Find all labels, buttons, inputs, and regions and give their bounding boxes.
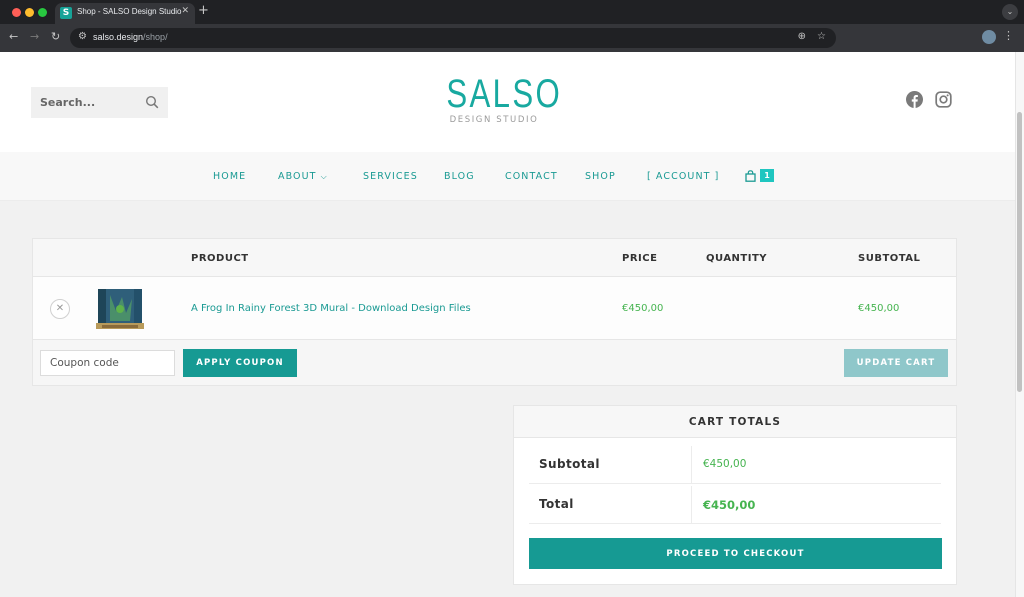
nav-about-label: ABOUT [278,171,317,182]
total-label: Total [539,497,574,511]
row-divider [691,486,692,524]
close-window-button[interactable] [12,8,21,17]
product-thumbnail[interactable] [96,285,144,333]
site-settings-icon[interactable]: ⚙ [78,31,87,42]
nav-about[interactable]: ABOUT ⌵ [278,171,328,182]
browser-menu-icon[interactable]: ⋮ [1003,29,1014,42]
page-scrollbar[interactable] [1015,52,1024,597]
logo-title: SALSO [446,72,563,116]
cart-totals: CART TOTALS Subtotal €450,00 Total €450,… [513,405,957,585]
subtotal-row: Subtotal €450,00 [529,446,941,484]
column-product: PRODUCT [191,253,249,264]
cart-count-badge[interactable]: 1 [760,169,774,182]
subtotal-value: €450,00 [703,458,747,470]
proceed-to-checkout-button[interactable]: PROCEED TO CHECKOUT [529,538,942,569]
column-subtotal: SUBTOTAL [858,253,921,264]
tab-title: Shop - SALSO Design Studio [77,7,182,16]
column-quantity: QUANTITY [706,253,768,264]
back-icon[interactable]: ← [9,30,18,43]
table-row: ✕ A Frog In Rainy Forest 3D Mural - Down… [33,277,956,340]
new-tab-icon[interactable]: + [198,3,209,18]
search-box [31,87,168,118]
subtotal-label: Subtotal [539,457,600,471]
coupon-code-input[interactable] [40,350,175,376]
browser-toolbar: ← → ↻ ⚙ salso.design/shop/ ⊕ ☆ ⋮ [0,24,1024,52]
instagram-icon[interactable] [935,91,952,108]
search-icon[interactable] [145,95,159,109]
close-tab-icon[interactable]: ✕ [181,6,189,16]
maximize-window-button[interactable] [38,8,47,17]
address-bar[interactable]: ⚙ salso.design/shop/ ⊕ ☆ [70,28,836,48]
product-subtotal: €450,00 [858,303,900,314]
main-nav: HOME ABOUT ⌵ SERVICES BLOG CONTACT SHOP [… [0,152,1015,201]
facebook-icon[interactable] [906,91,923,108]
nav-account[interactable]: [ ACCOUNT ] [647,171,720,182]
cart-actions: APPLY COUPON UPDATE CART [33,340,956,385]
total-value: €450,00 [703,498,756,512]
nav-services[interactable]: SERVICES [363,171,418,182]
logo-subtitle: DESIGN STUDIO [449,115,539,125]
row-divider [691,446,692,484]
cart-table: PRODUCT PRICE QUANTITY SUBTOTAL ✕ A Frog… [32,238,957,386]
site-logo[interactable]: SALSO DESIGN STUDIO [430,74,559,125]
bookmark-star-icon[interactable]: ☆ [817,31,826,42]
column-price: PRICE [622,253,658,264]
nav-blog[interactable]: BLOG [444,171,475,182]
tab-search-icon[interactable]: ⌄ [1002,4,1018,20]
browser-tab-bar: S Shop - SALSO Design Studio ✕ + ⌄ [0,0,1024,24]
chevron-down-icon: ⌵ [320,172,328,181]
nav-home[interactable]: HOME [213,171,246,182]
product-price: €450,00 [622,303,664,314]
nav-contact[interactable]: CONTACT [505,171,558,182]
zoom-icon[interactable]: ⊕ [798,31,806,42]
search-input[interactable] [31,87,141,118]
total-row: Total €450,00 [529,486,941,524]
favicon-icon: S [60,7,72,19]
site-header: SALSO DESIGN STUDIO [0,52,1015,152]
apply-coupon-button[interactable]: APPLY COUPON [183,349,297,377]
minimize-window-button[interactable] [25,8,34,17]
scrollbar-thumb[interactable] [1017,112,1022,392]
cart-table-header: PRODUCT PRICE QUANTITY SUBTOTAL [33,239,956,277]
browser-tab[interactable]: S Shop - SALSO Design Studio ✕ [55,3,195,24]
profile-avatar-icon[interactable] [982,30,996,44]
page: SALSO DESIGN STUDIO HOME ABOUT⌵ SERVICES… [0,52,1024,597]
product-name-link[interactable]: A Frog In Rainy Forest 3D Mural - Downlo… [191,303,471,314]
url-text[interactable]: salso.design/shop/ [93,32,168,42]
remove-item-button[interactable]: ✕ [50,299,70,319]
nav-shop[interactable]: SHOP [585,171,616,182]
forward-icon[interactable]: → [30,30,39,43]
cart-totals-title: CART TOTALS [514,406,956,438]
reload-icon[interactable]: ↻ [51,30,60,43]
update-cart-button[interactable]: UPDATE CART [844,349,948,377]
shopping-bag-icon[interactable] [745,170,756,182]
